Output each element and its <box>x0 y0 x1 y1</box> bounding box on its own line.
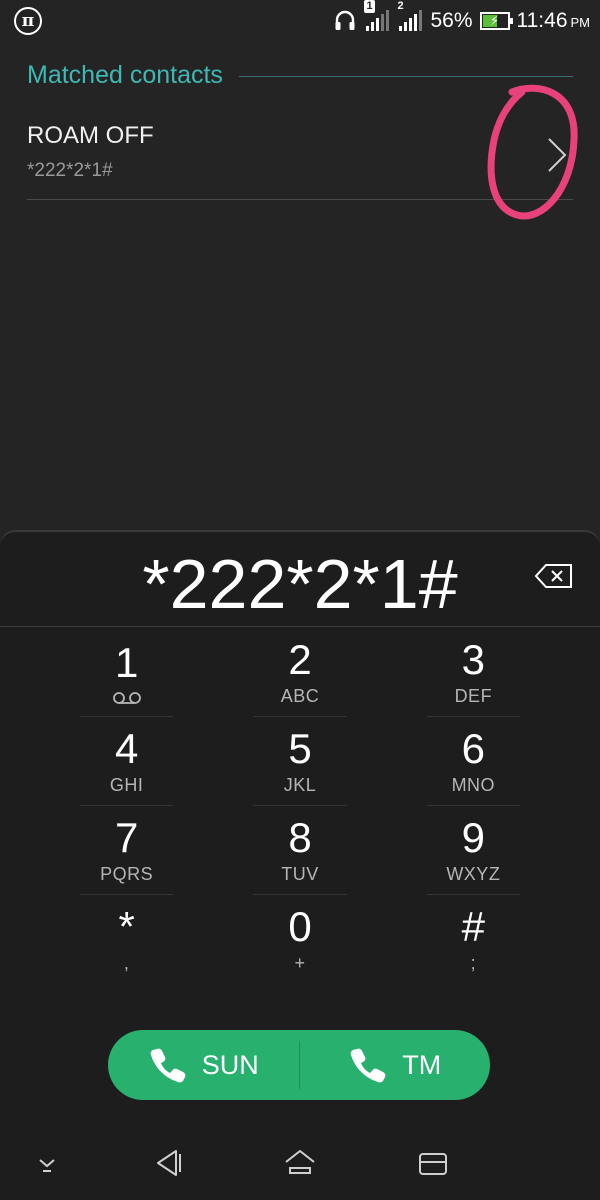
call-bar: SUN TM <box>108 1030 490 1100</box>
key-digit: 4 <box>114 725 139 772</box>
key-digit: 2 <box>288 636 312 683</box>
key-4[interactable]: 4 GHI <box>40 717 213 806</box>
key-digit: * <box>118 903 135 950</box>
key-1[interactable]: 1 <box>40 628 213 717</box>
key-letters: PQRS <box>100 864 154 884</box>
key-digit: 8 <box>288 814 312 861</box>
key-digit: 9 <box>461 814 485 861</box>
display-divider <box>0 626 600 627</box>
key-5[interactable]: 5 JKL <box>213 717 386 806</box>
pi-icon: π <box>14 7 42 35</box>
contact-number: *222*2*1# <box>27 160 113 181</box>
keypad: 1 2 ABC 3 DEF 4 GHI 5 JKL 6 MNO 7 PQRS 8… <box>40 628 560 988</box>
key-digit: 5 <box>288 725 312 772</box>
battery-percent: 56% <box>430 9 473 32</box>
dialed-number[interactable]: *222*2*1# <box>0 540 600 628</box>
key-letters: MNO <box>451 775 496 795</box>
nav-recents-icon[interactable] <box>416 1146 450 1180</box>
key-hash[interactable]: # ; <box>387 895 560 984</box>
key-9[interactable]: 9 WXYZ <box>387 806 560 895</box>
key-letters: DEF <box>454 686 493 706</box>
battery-icon: ⚡ <box>479 12 513 30</box>
key-6[interactable]: 6 MNO <box>387 717 560 806</box>
key-digit: 6 <box>461 725 485 772</box>
call-sim1-button[interactable]: SUN <box>108 1030 299 1100</box>
headphones-icon <box>335 10 355 30</box>
contact-name: ROAM OFF <box>27 122 154 149</box>
nav-down-icon[interactable] <box>30 1146 64 1180</box>
key-digit: 7 <box>114 814 139 861</box>
dialer-panel: *222*2*1# 1 2 ABC 3 DEF 4 GHI 5 JKL 6 MN… <box>0 530 600 1200</box>
nav-back-icon[interactable] <box>152 1146 186 1180</box>
sim2-label: 2 <box>397 0 404 12</box>
status-bar: π 1 2 56% ⚡ 11:46 PM <box>0 0 600 42</box>
key-letters: TUV <box>281 864 319 884</box>
clock-ampm: PM <box>570 15 591 30</box>
key-star[interactable]: * , <box>40 895 213 984</box>
contact-row[interactable]: ROAM OFF *222*2*1# <box>27 112 573 200</box>
key-8[interactable]: 8 TUV <box>213 806 386 895</box>
key-7[interactable]: 7 PQRS <box>40 806 213 895</box>
matched-contacts-title: Matched contacts <box>27 60 223 89</box>
phone-icon <box>350 1048 386 1083</box>
nav-bar <box>0 1130 600 1200</box>
sim1-label: 1 <box>364 0 375 13</box>
key-letters: JKL <box>283 775 317 795</box>
key-letters: WXYZ <box>446 864 501 884</box>
key-letters: + <box>294 953 306 973</box>
call-sim2-button[interactable]: TM <box>300 1030 491 1100</box>
status-icons: 1 2 56% ⚡ 11:46 PM <box>333 0 591 34</box>
key-3[interactable]: 3 DEF <box>387 628 560 717</box>
nav-home-icon[interactable] <box>283 1146 317 1180</box>
matched-contacts-header: Matched contacts <box>27 58 573 92</box>
key-letters: GHI <box>109 775 144 795</box>
key-digit: 1 <box>114 638 139 686</box>
key-letters: ABC <box>280 686 320 706</box>
clock: 11:46 PM <box>517 9 591 33</box>
phone-icon <box>150 1048 186 1083</box>
backspace-icon[interactable] <box>534 562 574 590</box>
clock-time: 11:46 <box>516 9 568 32</box>
voicemail-icon <box>112 691 141 704</box>
chevron-right-icon[interactable] <box>545 136 569 174</box>
key-digit: 0 <box>288 903 312 950</box>
call-sim1-label: SUN <box>201 1049 259 1080</box>
signal-sim2-icon: 2 <box>397 0 423 34</box>
header-divider <box>238 75 573 77</box>
key-letters: ; <box>470 953 477 973</box>
key-0[interactable]: 0 + <box>213 895 386 984</box>
signal-sim1-icon: 1 <box>364 0 390 34</box>
key-2[interactable]: 2 ABC <box>213 628 386 717</box>
call-sim2-label: TM <box>402 1049 442 1080</box>
key-letters: , <box>123 953 130 973</box>
key-digit: 3 <box>461 636 485 683</box>
key-digit: # <box>461 903 485 950</box>
